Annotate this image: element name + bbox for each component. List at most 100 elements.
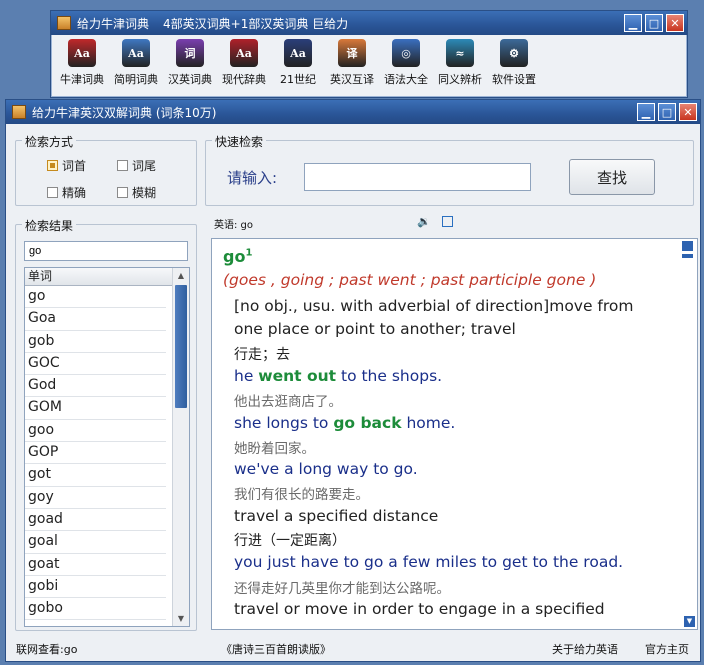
definition-pane[interactable]: go1 (goes , going ; past went ; past par… <box>211 238 698 630</box>
toolbar-button-7[interactable]: ≈ 同义辨析 <box>433 39 487 87</box>
example-sentence: you just have to go a few miles to get t… <box>234 553 624 572</box>
list-item[interactable]: Goa <box>25 308 166 331</box>
app-book-icon <box>57 16 71 30</box>
example-sentence: she longs to go back home. <box>234 413 456 432</box>
mode-prefix-checkbox[interactable]: 词首 <box>47 157 86 174</box>
main-titlebar[interactable]: 给力牛津英汉双解词典 (词条10万) ▁ □ ✕ <box>6 100 700 124</box>
main-maximize-button[interactable]: □ <box>658 103 676 121</box>
launcher-titlebar[interactable]: 给力牛津词典 4部英汉词典+1部汉英词典 巨给力 ▁ □ ✕ <box>51 11 687 35</box>
synonym-icon: ≈ <box>446 39 474 67</box>
list-item[interactable]: God <box>25 375 166 398</box>
definition-text: travel a specified distance <box>234 506 439 525</box>
dictionary-toolbar: Aa 牛津词典 Aa 简明词典词汉英词典 Aa 现代辞典 Aa 21世纪译英汉互译 ◎ 语法大全 ≈… <box>51 35 687 87</box>
mode-fuzzy-checkbox[interactable]: 模糊 <box>117 184 156 201</box>
about-link[interactable]: 关于给力英语 <box>552 641 618 657</box>
checkbox-icon <box>117 187 128 198</box>
list-item[interactable]: goad <box>25 509 166 532</box>
toolbar-button-label: 同义辨析 <box>438 73 482 86</box>
toolbar-button-label: 21世纪 <box>280 73 316 86</box>
toolbar-button-6[interactable]: ◎ 语法大全 <box>379 39 433 87</box>
oxford-book-icon: Aa <box>68 39 96 67</box>
list-item[interactable]: goat <box>25 554 166 576</box>
launcher-maximize-button[interactable]: □ <box>645 14 663 32</box>
toolbar-button-label: 英汉互译 <box>330 73 374 86</box>
example-translation: 她盼着回家。 <box>234 440 315 457</box>
word-list-rows: go Goa gob GOC God GOM goo GOP got goy goad goal goa… <box>25 286 189 621</box>
checkbox-icon <box>47 187 58 198</box>
list-item[interactable]: GOP <box>25 442 166 465</box>
toolbar-button-label: 现代辞典 <box>222 73 266 86</box>
launcher-window: 给力牛津词典 4部英汉词典+1部汉英词典 巨给力 ▁ □ ✕ Aa 牛津词典 Aa 简… <box>50 10 688 98</box>
search-input[interactable] <box>304 163 531 191</box>
word-list: 单词 go Goa gob GOC God GOM goo GOP got goy goad goal… <box>24 267 190 627</box>
mode-exact-checkbox[interactable]: 精确 <box>47 184 86 201</box>
definition-scroll-down-icon[interactable]: ▼ <box>684 616 695 627</box>
speaker-icon[interactable]: 🔉 <box>417 215 431 228</box>
copy-icon[interactable] <box>442 216 453 227</box>
century21-icon: Aa <box>284 39 312 67</box>
toolbar-button-1[interactable]: Aa 简明词典 <box>109 39 163 87</box>
search-results-label: 检索结果 <box>22 217 77 234</box>
checkbox-checked-icon <box>47 160 58 171</box>
list-item[interactable]: goo <box>25 420 166 443</box>
word-list-scrollbar[interactable]: ▲ ▼ <box>172 268 189 626</box>
scrollbar-thumb[interactable] <box>175 285 187 408</box>
scroll-down-arrow-icon[interactable]: ▼ <box>173 611 189 626</box>
list-item[interactable]: gob <box>25 331 166 353</box>
mode-suffix-checkbox[interactable]: 词尾 <box>117 157 156 174</box>
translate-icon: 译 <box>338 39 366 67</box>
main-close-button[interactable]: ✕ <box>679 103 697 121</box>
toolbar-button-2[interactable]: 词汉英词典 <box>163 39 217 87</box>
launcher-minimize-button[interactable]: ▁ <box>624 14 642 32</box>
search-mode-label: 检索方式 <box>22 133 77 150</box>
modern-dict-icon: Aa <box>230 39 258 67</box>
toolbar-button-label: 牛津词典 <box>60 73 104 86</box>
list-item[interactable]: GOC <box>25 353 166 376</box>
result-filter-input[interactable] <box>24 241 188 261</box>
toolbar-button-label: 简明词典 <box>114 73 158 86</box>
find-button[interactable]: 查找 <box>569 159 655 195</box>
list-item[interactable]: goy <box>25 487 166 509</box>
scroll-up-arrow-icon[interactable]: ▲ <box>173 268 189 283</box>
definition-translation: 行进（一定距离） <box>234 533 346 549</box>
search-mode-group: 检索方式 词首 词尾 精确 模糊 <box>15 133 197 206</box>
concise-dict-icon: Aa <box>122 39 150 67</box>
word-list-header[interactable]: 单词 <box>25 268 189 286</box>
online-lookup-link[interactable]: 联网查看:go <box>16 641 77 657</box>
toolbar-button-0[interactable]: Aa 牛津词典 <box>55 39 109 87</box>
toolbar-button-8[interactable]: ⚙ 软件设置 <box>487 39 541 87</box>
list-item[interactable]: got <box>25 464 166 487</box>
toolbar-button-3[interactable]: Aa 现代辞典 <box>217 39 271 87</box>
definition-text: one place or point to another; travel <box>234 320 516 339</box>
toolbar-button-label: 软件设置 <box>492 73 536 86</box>
definition-translation: 行走；去 <box>234 346 290 363</box>
gear-icon: ⚙ <box>500 39 528 67</box>
list-item[interactable]: gobo <box>25 598 166 621</box>
toolbar-button-label: 语法大全 <box>384 73 428 86</box>
list-item[interactable]: gobi <box>25 576 166 599</box>
inflected-forms: (goes , going ; past went ; past partici… <box>223 271 597 289</box>
homepage-link[interactable]: 官方主页 <box>645 641 689 657</box>
example-translation: 还得走好几英里你才能到达公路呢。 <box>234 580 450 597</box>
grammar-compass-icon: ◎ <box>392 39 420 67</box>
quick-search-group: 快速检索 请输入: 查找 <box>205 133 694 206</box>
launcher-close-button[interactable]: ✕ <box>666 14 684 32</box>
list-item[interactable]: go <box>25 286 166 309</box>
launcher-subtitle: 4部英汉词典+1部汉英词典 巨给力 <box>163 16 349 31</box>
main-title: 给力牛津英汉双解词典 (词条10万) <box>32 105 217 120</box>
list-item[interactable]: GOM <box>25 397 166 420</box>
definition-scroll-up-icon[interactable] <box>682 241 695 263</box>
promo-link[interactable]: 《唐诗三百首朗读版》 <box>221 641 331 657</box>
headword: go1 <box>223 247 253 266</box>
main-minimize-button[interactable]: ▁ <box>637 103 655 121</box>
definition-text: [no obj., usu. with adverbial of directi… <box>234 297 634 315</box>
chinese-english-icon: 词 <box>176 39 204 67</box>
toolbar-button-5[interactable]: 译英汉互译 <box>325 39 379 87</box>
toolbar-button-4[interactable]: Aa 21世纪 <box>271 39 325 87</box>
example-sentence: we've a long way to go. <box>234 460 418 479</box>
search-prompt-label: 请输入: <box>227 169 278 187</box>
example-translation: 他出去逛商店了。 <box>234 394 342 411</box>
list-item[interactable]: goal <box>25 531 166 554</box>
definition-label: 英语: go <box>211 216 257 231</box>
toolbar-button-label: 汉英词典 <box>168 73 212 86</box>
